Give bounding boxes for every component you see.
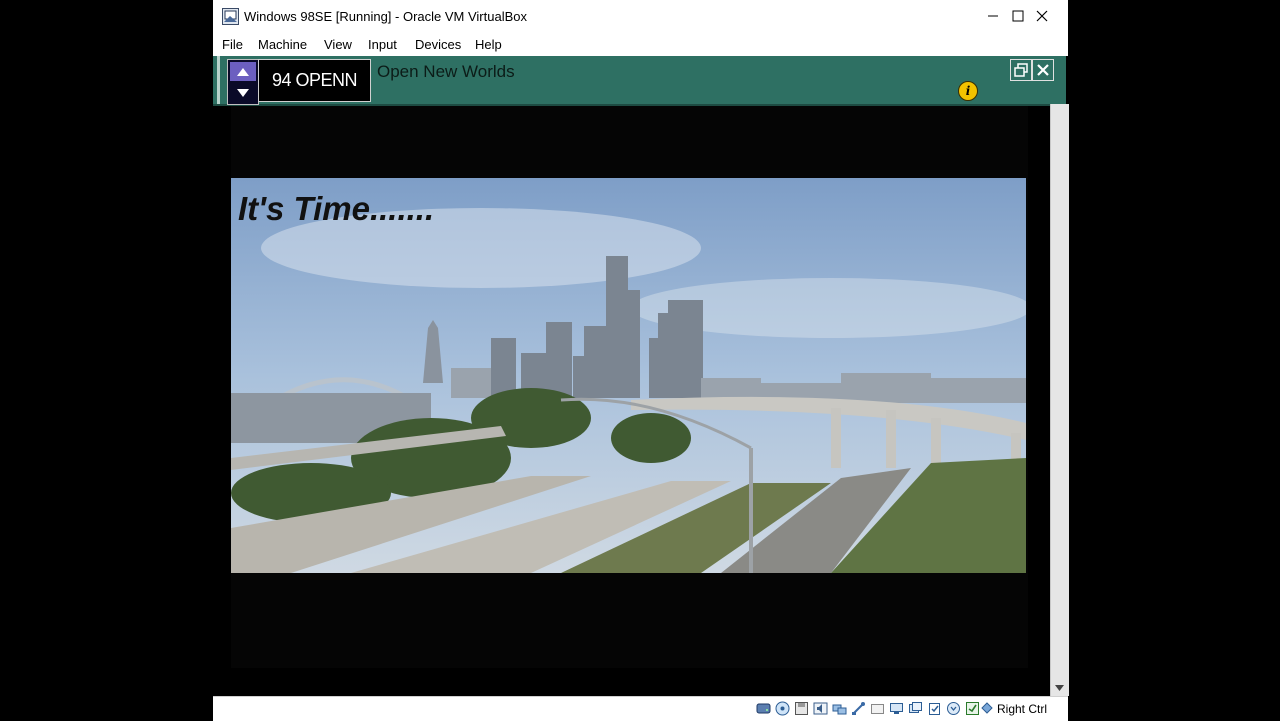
- tv-tuner-bar: 94 OPENN Open New Worlds i: [213, 56, 1066, 106]
- triangle-down-icon: [237, 88, 249, 97]
- video-area: It's Time.......: [231, 106, 1028, 668]
- menu-view[interactable]: View: [324, 37, 352, 52]
- channel-arrow-block: [227, 59, 259, 105]
- window-title: Windows 98SE [Running] - Oracle VM Virtu…: [244, 9, 527, 24]
- virtualbox-app-icon: [222, 8, 239, 25]
- triangle-up-icon: [237, 67, 249, 76]
- close-button[interactable]: [1018, 0, 1066, 32]
- menu-machine[interactable]: Machine: [258, 37, 307, 52]
- video-frame: It's Time.......: [231, 178, 1026, 573]
- shared-folder-icon[interactable]: [870, 701, 885, 716]
- usb-icon[interactable]: [851, 701, 866, 716]
- channel-display: 94 OPENN: [258, 59, 371, 102]
- keyboard-icon[interactable]: [980, 701, 994, 716]
- clipboard-icon[interactable]: [927, 701, 942, 716]
- scroll-down-button[interactable]: [1051, 682, 1068, 694]
- guest-scrollbar[interactable]: [1050, 104, 1069, 696]
- audio-icon[interactable]: [813, 701, 828, 716]
- tuner-bar-edge: [217, 56, 220, 104]
- recording-icon[interactable]: [908, 701, 923, 716]
- channel-up-button[interactable]: [230, 62, 256, 81]
- optical-drive-icon[interactable]: [775, 701, 790, 716]
- mouse-integration-icon[interactable]: [946, 701, 961, 716]
- menu-input[interactable]: Input: [368, 37, 397, 52]
- menu-help[interactable]: Help: [475, 37, 502, 52]
- cpu-icon[interactable]: [965, 701, 980, 716]
- display-icon[interactable]: [889, 701, 904, 716]
- menu-file[interactable]: File: [222, 37, 243, 52]
- program-title: Open New Worlds: [377, 62, 515, 81]
- close-icon: [1037, 64, 1049, 76]
- city-highway-scene: [231, 178, 1026, 573]
- floppy-icon[interactable]: [794, 701, 809, 716]
- virtualbox-window: Windows 98SE [Running] - Oracle VM Virtu…: [213, 0, 1069, 721]
- hard-disk-icon[interactable]: [756, 701, 771, 716]
- guest-display[interactable]: 94 OPENN Open New Worlds i It's Time....…: [213, 56, 1069, 696]
- restore-icon: [1014, 63, 1028, 77]
- channel-down-button[interactable]: [230, 83, 256, 102]
- tuner-restore-button[interactable]: [1010, 59, 1032, 81]
- info-icon[interactable]: i: [958, 81, 978, 101]
- status-bar: Right Ctrl: [213, 696, 1068, 721]
- video-caption: It's Time.......: [238, 190, 435, 227]
- network-icon[interactable]: [832, 701, 847, 716]
- tuner-close-button[interactable]: [1032, 59, 1054, 81]
- scroll-down-icon: [1055, 685, 1064, 691]
- menu-devices[interactable]: Devices: [415, 37, 461, 52]
- host-key-label: Right Ctrl: [997, 702, 1048, 716]
- close-icon: [1036, 10, 1048, 22]
- title-bar[interactable]: Windows 98SE [Running] - Oracle VM Virtu…: [213, 0, 1068, 33]
- menu-bar: File Machine View Input Devices Help: [213, 33, 1068, 55]
